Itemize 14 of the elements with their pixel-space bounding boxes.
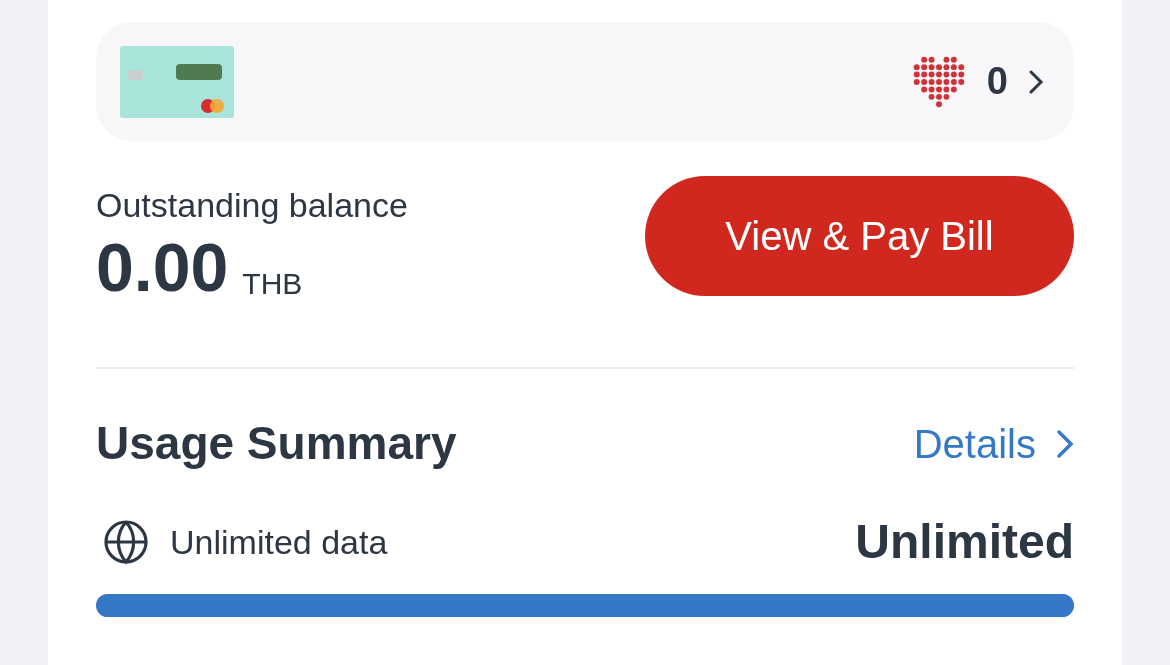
chevron-right-icon (1056, 428, 1074, 459)
points-count: 0 (986, 59, 1008, 104)
balance-label: Outstanding balance (96, 185, 408, 225)
currency-label: THB (242, 269, 303, 299)
card-tile[interactable]: 0 (96, 22, 1074, 141)
globe-icon (102, 518, 150, 566)
details-link[interactable]: Details (913, 413, 1074, 474)
usage-label: Unlimited data (170, 521, 388, 563)
section-title: Usage Summary (96, 416, 457, 471)
view-pay-bill-button[interactable]: View & Pay Bill (645, 176, 1074, 296)
balance-amount: 0.00 (96, 229, 229, 305)
chevron-right-icon (1028, 68, 1044, 95)
heart-icon (912, 55, 965, 108)
usage-value: Unlimited (855, 514, 1074, 570)
